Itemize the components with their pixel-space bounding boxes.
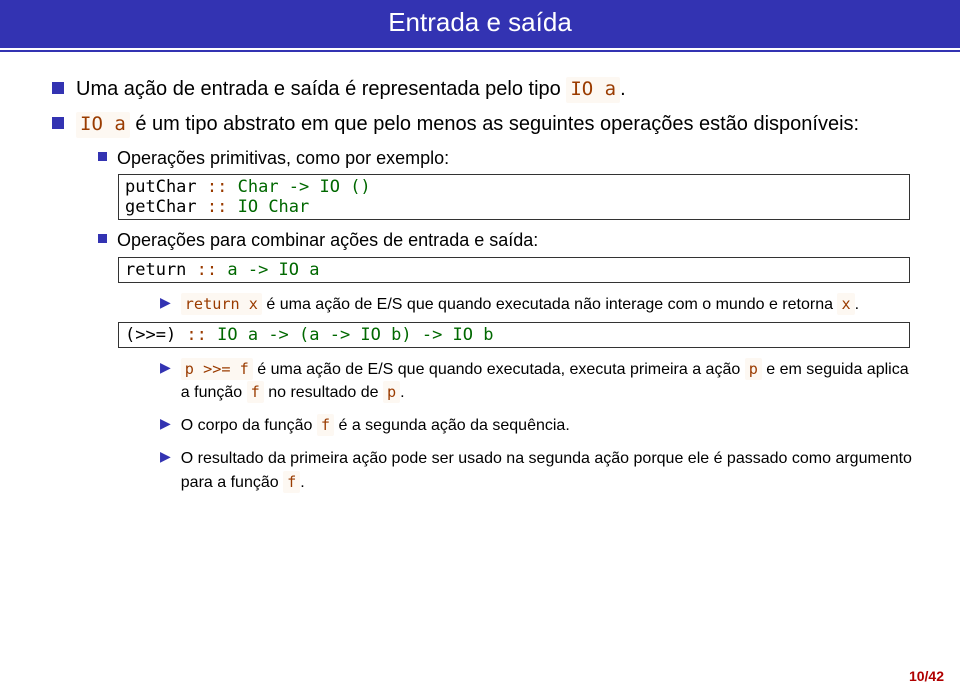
text-span: é a segunda ação da sequência. (334, 417, 570, 434)
square-bullet-icon (98, 152, 107, 161)
code-fn: return (125, 260, 186, 280)
bullet-level2-item: Operações para combinar ações de entrada… (98, 228, 920, 252)
slide-title: Entrada e saída (0, 0, 960, 48)
text-span: é um tipo abstrato em que pelo menos as … (130, 113, 859, 135)
bullet-level1-item: IO a é um tipo abstrato em que pelo meno… (52, 111, 920, 138)
triangle-bullet-icon: ▶ (160, 294, 171, 311)
bullet-level3-item: ▶ O resultado da primeira ação pode ser … (160, 447, 920, 493)
square-bullet-icon (52, 82, 64, 94)
inline-code: f (317, 414, 334, 436)
triangle-bullet-icon: ▶ (160, 359, 171, 376)
text-span: Operações primitivas, como por exemplo: (117, 146, 449, 170)
inline-code: IO a (566, 77, 620, 103)
text-span: . (855, 296, 859, 313)
code-type: Char -> IO () (238, 177, 371, 197)
code-fn: getChar (125, 197, 197, 217)
square-bullet-icon (98, 234, 107, 243)
text-span: . (400, 384, 404, 401)
text-span: Uma ação de entrada e saída é representa… (76, 78, 566, 100)
inline-code: p (383, 381, 400, 403)
page-number: 10/42 (909, 668, 944, 684)
triangle-bullet-icon: ▶ (160, 448, 171, 465)
inline-code: f (247, 381, 264, 403)
code-sig: :: (176, 325, 217, 345)
bullet-level2-item: Operações primitivas, como por exemplo: (98, 146, 920, 170)
inline-code: p (745, 358, 762, 380)
bullet-level3-item: ▶ return x é uma ação de E/S que quando … (160, 293, 920, 316)
code-type: IO Char (238, 197, 310, 217)
code-type: a -> IO a (227, 260, 319, 280)
text-span: Operações para combinar ações de entrada… (117, 228, 538, 252)
title-underline (0, 50, 960, 52)
bullet-level3-item: ▶ O corpo da função f é a segunda ação d… (160, 414, 920, 437)
code-sig: :: (197, 197, 238, 217)
text-span: é uma ação de E/S que quando executada n… (262, 296, 838, 313)
text-span: . (620, 78, 626, 100)
code-box: return :: a -> IO a (118, 257, 910, 283)
bullet-level1-item: Uma ação de entrada e saída é representa… (52, 76, 920, 103)
text-span: é uma ação de E/S que quando executada, … (253, 361, 745, 378)
inline-code: f (283, 471, 300, 493)
code-fn: putChar (125, 177, 197, 197)
triangle-bullet-icon: ▶ (160, 415, 171, 432)
code-sig: :: (197, 177, 238, 197)
inline-code: p >>= f (181, 358, 253, 380)
square-bullet-icon (52, 117, 64, 129)
inline-code: return x (181, 293, 262, 315)
code-fn: (>>=) (125, 325, 176, 345)
text-span: no resultado de (264, 384, 383, 401)
code-box: (>>=) :: IO a -> (a -> IO b) -> IO b (118, 322, 910, 348)
text-span: O corpo da função (181, 417, 317, 434)
code-box: putChar :: Char -> IO () getChar :: IO C… (118, 174, 910, 220)
bullet-level3-item: ▶ p >>= f é uma ação de E/S que quando e… (160, 358, 920, 404)
text-span: . (300, 474, 304, 491)
slide-content: Uma ação de entrada e saída é representa… (0, 76, 960, 494)
inline-code: x (837, 293, 854, 315)
inline-code: IO a (76, 112, 130, 138)
code-sig: :: (186, 260, 227, 280)
code-type: IO a -> (a -> IO b) -> IO b (217, 325, 493, 345)
